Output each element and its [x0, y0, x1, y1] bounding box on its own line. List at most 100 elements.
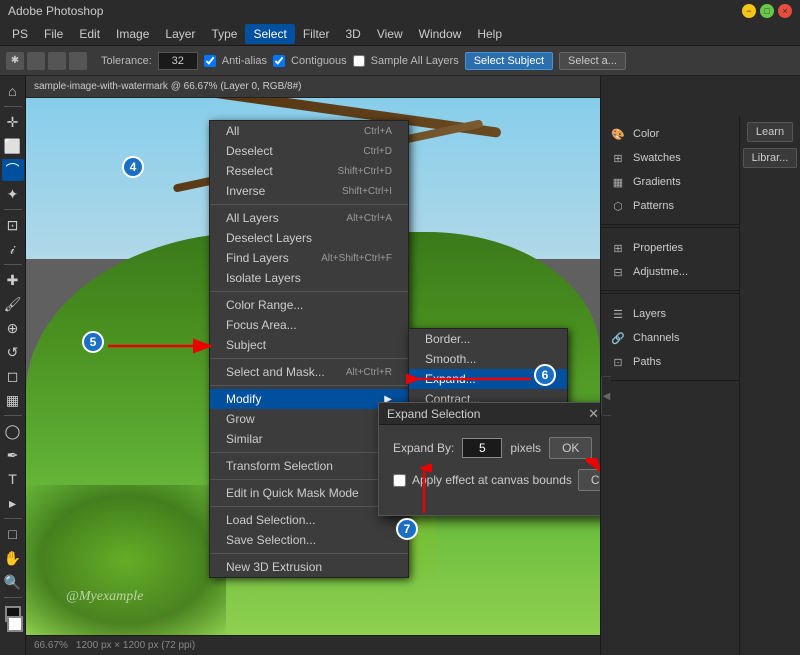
channels-panel-row[interactable]: 🔗 Channels [609, 326, 731, 350]
menu-item-deselect[interactable]: DeselectCtrl+D [210, 141, 408, 161]
swatches-label: Swatches [633, 152, 681, 164]
brush-tool[interactable]: 🖌 [2, 293, 24, 315]
tool-icon-3[interactable] [48, 52, 66, 70]
apply-effect-checkbox[interactable] [393, 474, 406, 487]
tolerance-input[interactable] [158, 52, 198, 70]
zoom-tool[interactable]: 🔍 [2, 571, 24, 593]
maximize-button[interactable]: □ [760, 4, 774, 18]
menu-view[interactable]: View [369, 24, 411, 44]
menu-item-inverse[interactable]: InverseShift+Ctrl+I [210, 181, 408, 201]
contiguous-checkbox[interactable] [273, 55, 285, 67]
menu-3d[interactable]: 3D [337, 24, 368, 44]
magic-wand-tool[interactable]: ✦ [2, 183, 24, 205]
expand-by-label: Expand By: [393, 441, 454, 455]
menu-file[interactable]: File [36, 24, 71, 44]
menu-item-select-mask[interactable]: Select and Mask...Alt+Ctrl+R [210, 362, 408, 382]
canvas-tab-label: sample-image-with-watermark @ 66.67% (La… [34, 81, 301, 92]
panel-columns: 🎨 Color ⊞ Swatches ▦ Gradients ⬡ [601, 116, 800, 655]
contiguous-label: Contiguous [291, 55, 347, 67]
zoom-level: 66.67% [34, 640, 68, 651]
select-subject-button[interactable]: Select Subject [465, 52, 553, 70]
close-button[interactable]: × [778, 4, 792, 18]
tool-icon-4[interactable] [69, 52, 87, 70]
patterns-label: Patterns [633, 200, 674, 212]
background-color[interactable] [7, 616, 23, 632]
canvas-area: ◀ sample-image-with-watermark @ 66.67% (… [26, 76, 600, 655]
menu-item-find-layers[interactable]: Find LayersAlt+Shift+Ctrl+F [210, 248, 408, 268]
properties-label: Properties [633, 242, 683, 254]
toolbar-separator-3 [4, 264, 22, 265]
gradients-panel-row[interactable]: ▦ Gradients [609, 170, 731, 194]
menu-select[interactable]: Select [245, 24, 294, 44]
menu-layer[interactable]: Layer [157, 24, 203, 44]
lasso-tool[interactable]: ⌒ [2, 159, 24, 181]
path-select-tool[interactable]: ▸ [2, 492, 24, 514]
menu-ps[interactable]: PS [4, 24, 36, 44]
menu-sep-8 [210, 553, 408, 554]
menu-item-all-layers[interactable]: All LayersAlt+Ctrl+A [210, 208, 408, 228]
paths-panel-row[interactable]: ⊡ Paths [609, 350, 731, 374]
color-panel-row[interactable]: 🎨 Color [609, 122, 731, 146]
adjustments-label: Adjustme... [633, 266, 688, 278]
menu-edit[interactable]: Edit [71, 24, 108, 44]
layers-panel-row[interactable]: ☰ Layers [609, 302, 731, 326]
properties-panel-row[interactable]: ⊞ Properties [609, 236, 731, 260]
marquee-tool[interactable]: ⬜ [2, 135, 24, 157]
menu-image[interactable]: Image [108, 24, 157, 44]
clone-tool[interactable]: ⊕ [2, 317, 24, 339]
menu-item-reselect[interactable]: ReselectShift+Ctrl+D [210, 161, 408, 181]
type-tool[interactable]: T [2, 468, 24, 490]
history-tool[interactable]: ↺ [2, 341, 24, 363]
expand-dialog-close-button[interactable]: ✕ [588, 406, 599, 422]
menu-type[interactable]: Type [203, 24, 245, 44]
gradient-tool[interactable]: ▦ [2, 389, 24, 411]
adjustments-icon: ⊟ [609, 263, 627, 281]
properties-section: ⊞ Properties ⊟ Adjustme... [601, 230, 739, 291]
healing-tool[interactable]: ✚ [2, 269, 24, 291]
gradients-icon: ▦ [609, 173, 627, 191]
submenu-item-border[interactable]: Border... [409, 329, 567, 349]
minimize-button[interactable]: − [742, 4, 756, 18]
menu-item-focus-area[interactable]: Focus Area... [210, 315, 408, 335]
menu-item-color-range[interactable]: Color Range... [210, 295, 408, 315]
select-mask-button[interactable]: Select a... [559, 52, 626, 70]
crop-tool[interactable]: ⊡ [2, 214, 24, 236]
eyedropper-tool[interactable]: 𝒾 [2, 238, 24, 260]
pen-tool[interactable]: ✒ [2, 444, 24, 466]
menu-item-deselect-layers[interactable]: Deselect Layers [210, 228, 408, 248]
menu-item-3d-extrude[interactable]: New 3D Extrusion [210, 557, 408, 577]
menu-help[interactable]: Help [469, 24, 510, 44]
eraser-tool[interactable]: ◻ [2, 365, 24, 387]
expand-cancel-button[interactable]: Cancel [578, 469, 600, 491]
home-tool[interactable]: ⌂ [2, 80, 24, 102]
hand-tool[interactable]: ✋ [2, 547, 24, 569]
learn-button[interactable]: Learn [747, 122, 793, 142]
dodge-tool[interactable]: ◯ [2, 420, 24, 442]
expand-selection-dialog: Expand Selection ✕ Expand By: pixels OK … [378, 402, 600, 516]
paths-icon: ⊡ [609, 353, 627, 371]
tool-icon-2[interactable] [27, 52, 45, 70]
swatches-panel-row[interactable]: ⊞ Swatches [609, 146, 731, 170]
expand-ok-button[interactable]: OK [549, 437, 592, 459]
toolbar-separator-1 [4, 106, 22, 107]
menu-item-subject[interactable]: Subject [210, 335, 408, 355]
expand-dialog-title-text: Expand Selection [387, 407, 480, 421]
menu-item-save-sel[interactable]: Save Selection... [210, 530, 408, 550]
sample-all-checkbox[interactable] [353, 55, 365, 67]
adjustments-panel-row[interactable]: ⊟ Adjustme... [609, 260, 731, 284]
move-tool[interactable]: ✛ [2, 111, 24, 133]
left-toolbar: ⌂ ✛ ⬜ ⌒ ✦ ⊡ 𝒾 ✚ 🖌 ⊕ ↺ ◻ ▦ ◯ ✒ T ▸ □ ✋ 🔍 [0, 76, 26, 655]
patterns-panel-row[interactable]: ⬡ Patterns [609, 194, 731, 218]
shape-tool[interactable]: □ [2, 523, 24, 545]
tool-icon-1[interactable]: ✱ [6, 52, 24, 70]
expand-by-input[interactable] [462, 438, 502, 458]
menu-item-all[interactable]: AllCtrl+A [210, 121, 408, 141]
antialias-checkbox[interactable] [204, 55, 216, 67]
menu-window[interactable]: Window [411, 24, 470, 44]
libraries-button[interactable]: Librar... [743, 148, 798, 168]
menu-item-isolate-layers[interactable]: Isolate Layers [210, 268, 408, 288]
learn-column: Learn Librar... [740, 116, 800, 655]
gradients-label: Gradients [633, 176, 681, 188]
menu-filter[interactable]: Filter [295, 24, 338, 44]
collapse-right-handle[interactable]: ◀ [601, 376, 611, 416]
